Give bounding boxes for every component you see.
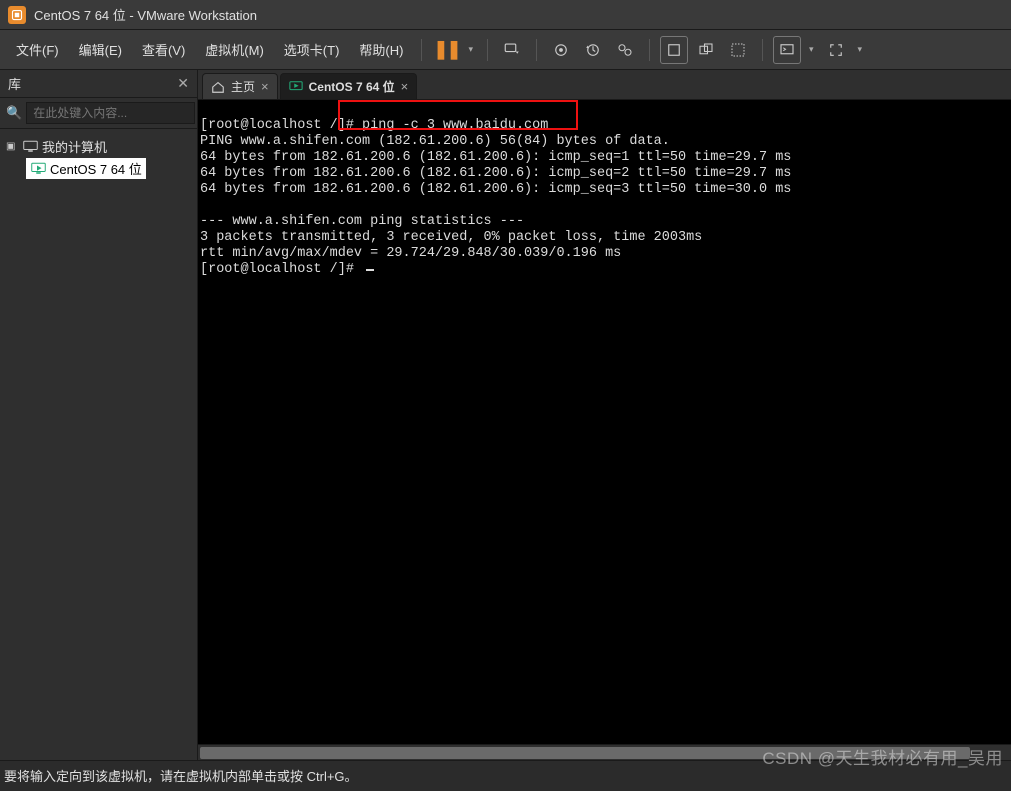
terminal-line: 64 bytes from 182.61.200.6 (182.61.200.6…	[200, 182, 791, 197]
tab-home[interactable]: 主页 ×	[202, 73, 278, 99]
vm-running-icon	[289, 80, 303, 94]
fullscreen-dropdown[interactable]: ▾	[854, 44, 867, 55]
tree-collapse-icon[interactable]: ▣	[6, 141, 18, 152]
keyboard-send-icon	[503, 41, 521, 59]
console-button[interactable]	[773, 36, 801, 64]
toolbar-separator	[762, 39, 763, 61]
sidebar-title: 库	[8, 74, 21, 93]
terminal-line: [root@localhost /]#	[200, 262, 374, 277]
search-input[interactable]	[26, 102, 195, 124]
window-title: CentOS 7 64 位 - VMware Workstation	[34, 5, 257, 24]
terminal-line: [root@localhost /]# ping -c 3 www.baidu.…	[200, 118, 548, 133]
terminal-line: 3 packets transmitted, 3 received, 0% pa…	[200, 230, 702, 245]
tab-vm-label: CentOS 7 64 位	[309, 78, 395, 95]
terminal-cursor	[366, 269, 374, 271]
terminal-line: rtt min/avg/max/mdev = 29.724/29.848/30.…	[200, 246, 621, 261]
content-area: 主页 × CentOS 7 64 位 × [root@localhost /]#…	[198, 70, 1011, 760]
multi-window-icon	[697, 41, 715, 59]
tabbar: 主页 × CentOS 7 64 位 ×	[198, 70, 1011, 100]
main-area: 库 ✕ 🔍 ▼ ▣ 我的计算机 CentOS 7 64 位	[0, 70, 1011, 760]
search-icon: 🔍	[6, 105, 22, 121]
menu-view[interactable]: 查看(V)	[134, 36, 193, 63]
library-sidebar: 库 ✕ 🔍 ▼ ▣ 我的计算机 CentOS 7 64 位	[0, 70, 198, 760]
send-ctrl-alt-del-button[interactable]	[498, 36, 526, 64]
tree-root-label: 我的计算机	[42, 137, 107, 156]
power-dropdown[interactable]: ▾	[464, 44, 477, 55]
snapshot-button[interactable]	[547, 36, 575, 64]
toolbar-separator	[649, 39, 650, 61]
manage-snapshots-button[interactable]	[611, 36, 639, 64]
unity-icon	[729, 41, 747, 59]
tab-home-close-icon[interactable]: ×	[261, 79, 269, 94]
terminal-line: 64 bytes from 182.61.200.6 (182.61.200.6…	[200, 150, 791, 165]
tree-item-vm-label: CentOS 7 64 位	[50, 159, 142, 178]
toolbar-separator	[421, 39, 422, 61]
console-icon	[778, 41, 796, 59]
snapshot-icon	[552, 41, 570, 59]
window-titlebar: CentOS 7 64 位 - VMware Workstation	[0, 0, 1011, 30]
menu-vm[interactable]: 虚拟机(M)	[197, 36, 272, 63]
home-icon	[211, 80, 225, 94]
terminal-line: 64 bytes from 182.61.200.6 (182.61.200.6…	[200, 166, 791, 181]
view-unity-button[interactable]	[724, 36, 752, 64]
terminal-line: PING www.a.shifen.com (182.61.200.6) 56(…	[200, 134, 670, 149]
view-multi-button[interactable]	[692, 36, 720, 64]
revert-icon	[584, 41, 602, 59]
menu-file[interactable]: 文件(F)	[8, 36, 67, 63]
statusbar: 要将输入定向到该虚拟机，请在虚拟机内部单击或按 Ctrl+G。	[0, 760, 1011, 790]
terminal-line: --- www.a.shifen.com ping statistics ---	[200, 214, 524, 229]
tab-home-label: 主页	[231, 78, 255, 95]
snapshot-manager-icon	[616, 41, 634, 59]
tab-vm[interactable]: CentOS 7 64 位 ×	[280, 73, 418, 99]
vmware-logo-icon	[8, 6, 26, 24]
pause-vm-button[interactable]: ❚❚	[432, 36, 460, 64]
fullscreen-icon	[827, 41, 845, 59]
scrollbar-thumb[interactable]	[200, 747, 970, 759]
menu-tabs[interactable]: 选项卡(T)	[276, 36, 348, 63]
statusbar-text: 要将输入定向到该虚拟机，请在虚拟机内部单击或按 Ctrl+G。	[4, 766, 358, 785]
sidebar-header: 库 ✕	[0, 70, 197, 98]
view-single-button[interactable]	[660, 36, 688, 64]
tab-vm-close-icon[interactable]: ×	[401, 79, 409, 94]
tree-item-vm-selected[interactable]: CentOS 7 64 位	[26, 158, 146, 179]
pause-icon: ❚❚	[433, 39, 459, 60]
menu-edit[interactable]: 编辑(E)	[71, 36, 130, 63]
toolbar-separator	[487, 39, 488, 61]
vm-terminal[interactable]: [root@localhost /]# ping -c 3 www.baidu.…	[198, 100, 1011, 744]
toolbar-separator	[536, 39, 537, 61]
terminal-prompt: [root@localhost /]#	[200, 262, 362, 277]
sidebar-close-icon[interactable]: ✕	[177, 75, 189, 92]
terminal-command: ping -c 3 www.baidu.com	[362, 118, 548, 133]
console-dropdown[interactable]: ▾	[805, 44, 818, 55]
horizontal-scrollbar[interactable]	[198, 744, 1011, 760]
terminal-prompt: [root@localhost /]#	[200, 118, 362, 133]
sidebar-search: 🔍 ▼	[0, 98, 197, 129]
fullscreen-button[interactable]	[822, 36, 850, 64]
vm-running-icon	[30, 162, 46, 176]
computer-icon	[22, 140, 38, 154]
single-window-icon	[665, 41, 683, 59]
revert-snapshot-button[interactable]	[579, 36, 607, 64]
menubar: 文件(F) 编辑(E) 查看(V) 虚拟机(M) 选项卡(T) 帮助(H) ❚❚…	[0, 30, 1011, 70]
menu-help[interactable]: 帮助(H)	[351, 36, 411, 63]
library-tree: ▣ 我的计算机 CentOS 7 64 位	[0, 129, 197, 185]
tree-root-my-computer[interactable]: ▣ 我的计算机	[4, 135, 193, 158]
